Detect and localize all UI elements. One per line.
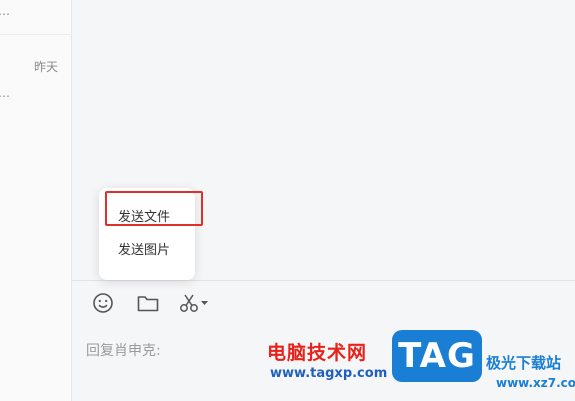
watermark-site-url: www.xz7.com [496,376,575,390]
conversation-snippet[interactable]: … [0,4,10,18]
watermark-url: www.tagxp.com [270,366,388,381]
emoji-icon [93,293,113,313]
conversation-sidebar: … 昨天 … [0,0,72,401]
conversation-timestamp: 昨天 [34,60,59,74]
sidebar-divider [0,34,72,35]
reply-input-placeholder[interactable]: 回复肖申克: [86,340,161,360]
send-image-menu-item[interactable]: 发送图片 [99,237,195,265]
highlight-box [105,191,203,226]
folder-icon [137,296,159,312]
conversation-snippet[interactable]: … [0,86,10,100]
watermark-site-name: 极光下载站 [486,354,562,372]
watermark-logo: TAG [392,330,482,382]
folder-button[interactable] [136,292,160,314]
scissors-icon [180,294,208,312]
emoji-button[interactable] [91,292,115,314]
screenshot-button[interactable] [178,292,212,314]
chevron-down-icon [201,301,208,305]
watermark-text: 电脑技术网 [267,342,368,364]
